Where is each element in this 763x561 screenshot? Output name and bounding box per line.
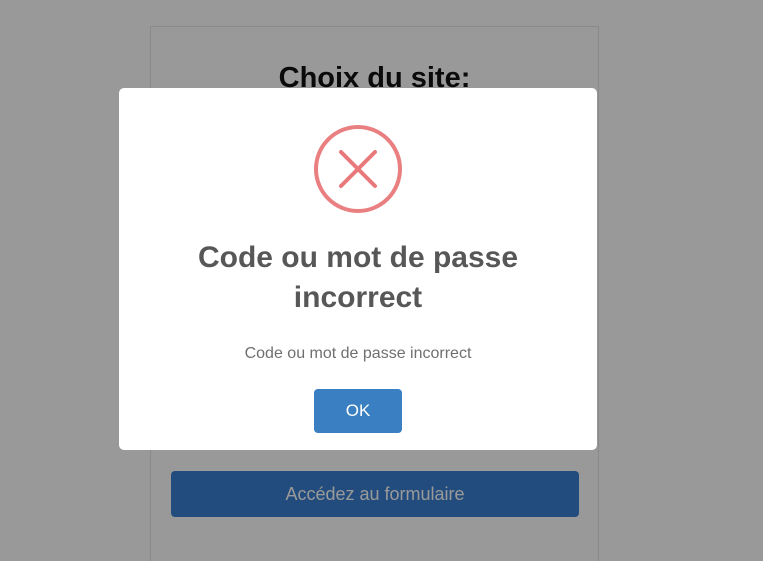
error-x-icon <box>314 125 402 213</box>
ok-button[interactable]: OK <box>314 389 402 433</box>
error-dialog: Code ou mot de passe incorrect Code ou m… <box>119 88 597 450</box>
dialog-message: Code ou mot de passe incorrect <box>244 345 472 362</box>
dialog-title: Code ou mot de passe incorrect <box>197 241 519 314</box>
